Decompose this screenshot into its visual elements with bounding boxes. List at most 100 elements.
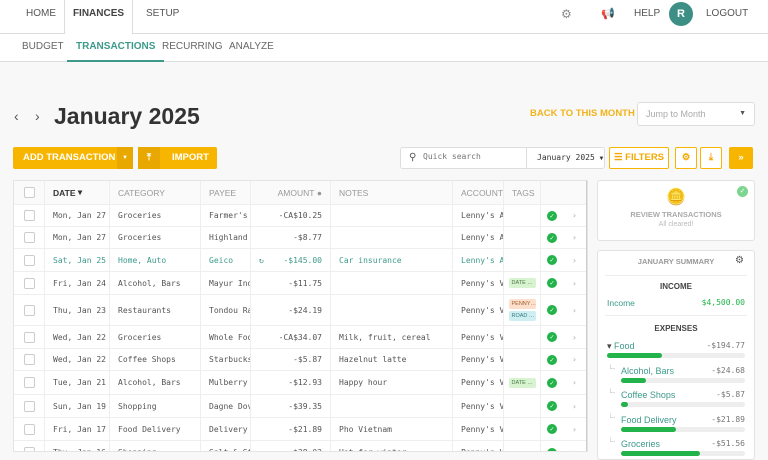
header-category[interactable]: CATEGORY bbox=[110, 181, 201, 204]
help-link[interactable]: HELP bbox=[634, 0, 660, 34]
cleared-check-icon[interactable]: ✓ bbox=[541, 371, 564, 394]
notes-cell[interactable]: Milk, fruit, cereal bbox=[331, 326, 453, 348]
nav-setup[interactable]: SETUP bbox=[146, 0, 179, 34]
cleared-check-icon[interactable]: ✓ bbox=[541, 227, 564, 248]
date-cell[interactable]: Thu, Jan 23 bbox=[45, 295, 110, 325]
category-cell[interactable]: Shopping bbox=[110, 395, 201, 417]
avatar[interactable]: R bbox=[669, 2, 693, 26]
expand-panel-button[interactable]: » bbox=[729, 147, 753, 169]
chevron-right-icon[interactable]: › bbox=[564, 349, 586, 370]
payee-cell[interactable]: Salt & Sto bbox=[201, 441, 251, 451]
amount-cell[interactable]: -$11.75 bbox=[251, 272, 331, 294]
tag-badge[interactable]: ROAD … bbox=[508, 311, 536, 321]
amount-cell[interactable]: -CA$10.25 bbox=[251, 205, 331, 226]
table-row[interactable]: Mon, Jan 27GroceriesFarmer's M -CA$10.25 L… bbox=[14, 205, 586, 227]
account-cell[interactable]: Lenny's Am bbox=[453, 249, 504, 271]
cleared-check-icon[interactable]: ✓ bbox=[541, 395, 564, 417]
account-cell[interactable]: Penny's Vi bbox=[453, 349, 504, 370]
notes-cell[interactable] bbox=[331, 395, 453, 417]
cleared-check-icon[interactable]: ✓ bbox=[541, 249, 564, 271]
amount-cell[interactable]: -$8.77 bbox=[251, 227, 331, 248]
row-checkbox[interactable] bbox=[14, 371, 45, 394]
account-cell[interactable]: Penny's Vi bbox=[453, 441, 504, 451]
header-tags[interactable]: TAGS bbox=[504, 181, 541, 204]
notes-cell[interactable]: Hat for winter bbox=[331, 441, 453, 451]
prev-month-icon[interactable]: ‹ bbox=[14, 108, 19, 124]
tags-cell[interactable] bbox=[504, 441, 541, 451]
notes-cell[interactable] bbox=[331, 227, 453, 248]
gear-icon[interactable]: ⚙ bbox=[561, 0, 572, 34]
chevron-right-icon[interactable]: › bbox=[564, 205, 586, 226]
amount-cell[interactable]: -$38.02 bbox=[251, 441, 331, 451]
tags-cell[interactable] bbox=[504, 249, 541, 271]
notes-cell[interactable] bbox=[331, 272, 453, 294]
category-cell[interactable]: Restaurants bbox=[110, 295, 201, 325]
scrollbar[interactable] bbox=[586, 181, 587, 451]
notes-cell[interactable]: Happy hour bbox=[331, 371, 453, 394]
table-row[interactable]: Sat, Jan 25 Home, Auto Geico ↻ -$145.00 Car i… bbox=[14, 249, 586, 272]
tags-cell[interactable] bbox=[504, 205, 541, 226]
amount-cell[interactable]: ↻ -$145.00 bbox=[251, 249, 331, 271]
header-date[interactable]: DATE ▾ bbox=[45, 181, 110, 204]
row-checkbox[interactable] bbox=[14, 249, 45, 271]
notes-cell[interactable] bbox=[331, 295, 453, 325]
amount-cell[interactable]: -CA$34.07 bbox=[251, 326, 331, 348]
month-select[interactable]: January 2025 ▼ bbox=[526, 148, 605, 168]
cleared-check-icon[interactable]: ✓ bbox=[541, 349, 564, 370]
row-checkbox[interactable] bbox=[14, 326, 45, 348]
payee-cell[interactable]: Tondou Ram bbox=[201, 295, 251, 325]
chevron-right-icon[interactable]: › bbox=[564, 395, 586, 417]
filters-button[interactable]: ☰ FILTERS bbox=[609, 147, 669, 169]
payee-cell[interactable]: Mayur Indi bbox=[201, 272, 251, 294]
nav-finances[interactable]: FINANCES bbox=[64, 0, 133, 35]
tags-cell[interactable] bbox=[504, 227, 541, 248]
category-cell[interactable]: Alcohol, Bars bbox=[110, 371, 201, 394]
row-checkbox[interactable] bbox=[14, 349, 45, 370]
cleared-check-icon[interactable]: ✓ bbox=[541, 326, 564, 348]
account-cell[interactable]: Penny's Vi bbox=[453, 295, 504, 325]
notes-cell[interactable]: Hazelnut latte bbox=[331, 349, 453, 370]
tags-cell[interactable] bbox=[504, 326, 541, 348]
payee-cell[interactable]: Delivery H bbox=[201, 418, 251, 440]
quick-search-input[interactable] bbox=[423, 152, 523, 161]
date-cell[interactable]: Fri, Jan 17 bbox=[45, 418, 110, 440]
cleared-check-icon[interactable]: ✓ bbox=[541, 295, 564, 325]
row-checkbox[interactable] bbox=[14, 205, 45, 226]
review-transactions-card[interactable]: 🪙 REVIEW TRANSACTIONS All cleared! ✓ bbox=[597, 180, 755, 241]
amount-cell[interactable]: -$12.93 bbox=[251, 371, 331, 394]
chevron-right-icon[interactable]: › bbox=[564, 371, 586, 394]
category-cell[interactable]: Groceries bbox=[110, 326, 201, 348]
chevron-right-icon[interactable]: › bbox=[564, 249, 586, 271]
header-notes[interactable]: NOTES bbox=[331, 181, 453, 204]
category-cell[interactable]: Shopping bbox=[110, 441, 201, 451]
table-row[interactable]: Thu, Jan 23RestaurantsTondou Ram -$24.19 P… bbox=[14, 295, 586, 326]
megaphone-icon[interactable]: 📢 bbox=[601, 0, 615, 34]
tags-cell[interactable]: DATE … bbox=[504, 272, 541, 294]
account-cell[interactable]: Penny's Vi bbox=[453, 395, 504, 417]
table-row[interactable]: Fri, Jan 24Alcohol, BarsMayur Indi -$11.7… bbox=[14, 272, 586, 295]
tag-badge[interactable]: PENNY… bbox=[508, 299, 536, 309]
row-checkbox[interactable] bbox=[14, 418, 45, 440]
payee-cell[interactable]: Dagne Dove bbox=[201, 395, 251, 417]
import-button[interactable]: ⤒ IMPORT bbox=[138, 147, 217, 169]
payee-cell[interactable]: Highland F bbox=[201, 227, 251, 248]
notes-cell[interactable]: Car insurance bbox=[331, 249, 453, 271]
account-cell[interactable]: Lenny's Am bbox=[453, 205, 504, 226]
tab-analyze[interactable]: ANALYZE bbox=[229, 34, 274, 60]
category-cell[interactable]: Groceries bbox=[110, 205, 201, 226]
settings-cogs-button[interactable]: ⚙ bbox=[675, 147, 697, 169]
download-button[interactable]: ⤓ bbox=[700, 147, 722, 169]
jump-to-month-select[interactable]: Jump to Month ▼ bbox=[637, 102, 755, 126]
category-cell[interactable]: Groceries bbox=[110, 227, 201, 248]
header-amount[interactable]: AMOUNT ● bbox=[251, 181, 331, 204]
payee-cell[interactable]: Whole Food bbox=[201, 326, 251, 348]
table-row[interactable]: Mon, Jan 27GroceriesHighland F -$8.77 Lenn… bbox=[14, 227, 586, 249]
cleared-check-icon[interactable]: ✓ bbox=[541, 205, 564, 226]
account-cell[interactable]: Penny's Vi bbox=[453, 272, 504, 294]
tags-cell[interactable]: PENNY… ROAD … bbox=[504, 295, 541, 325]
date-cell[interactable]: Wed, Jan 22 bbox=[45, 349, 110, 370]
tab-budget[interactable]: BUDGET bbox=[22, 34, 64, 60]
table-row[interactable]: Fri, Jan 17Food DeliveryDelivery H -$21.8… bbox=[14, 418, 586, 441]
tab-transactions[interactable]: TRANSACTIONS bbox=[67, 34, 165, 62]
header-payee[interactable]: PAYEE bbox=[201, 181, 251, 204]
